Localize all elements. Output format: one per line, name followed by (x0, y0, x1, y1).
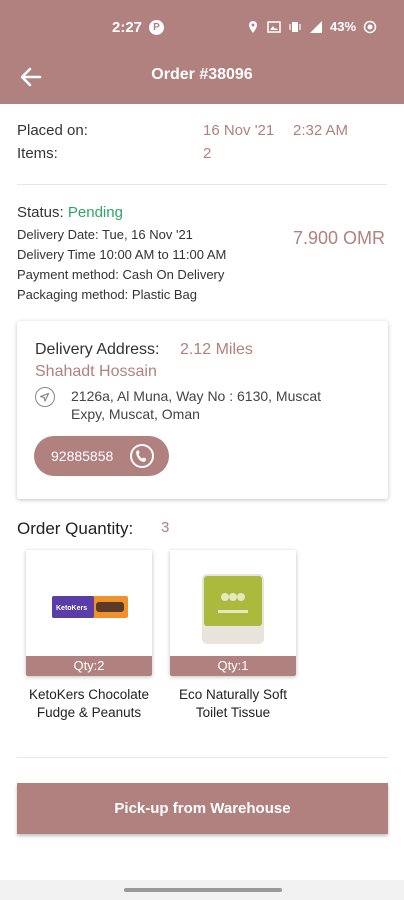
status-block: Status: Pending Delivery Date: Tue, 16 N… (17, 204, 397, 307)
app-header: 2:27 P 43% Order #38096 (0, 0, 404, 104)
delivery-time-label: Delivery Time (17, 247, 96, 262)
placed-row: Placed on: 16 Nov '21 2:32 AM (17, 122, 387, 145)
customer-name: Shahadt Hossain (35, 363, 157, 380)
status-time: 2:27 (112, 19, 143, 36)
order-quantity-label: Order Quantity: (17, 519, 134, 538)
status-row: Status: Pending (17, 204, 397, 227)
product-card[interactable]: KetoKers Qty:2 (26, 550, 152, 676)
vibrate-icon (289, 21, 301, 32)
payment-label: Payment method: (17, 267, 119, 282)
p-badge-icon: P (149, 20, 164, 35)
placed-time: 2:32 AM (293, 122, 349, 139)
payment-row: Payment method: Cash On Delivery (17, 267, 397, 287)
nav-bar: Order #38096 (0, 52, 404, 104)
delivery-time-row: Delivery Time 10:00 AM to 11:00 AM (17, 247, 397, 267)
navigation-icon (35, 387, 55, 407)
delivery-address-text: 2126a, Al Muna, Way No : 6130, Muscat Ex… (71, 388, 322, 422)
divider (17, 184, 387, 185)
delivery-address-label: Delivery Address: (35, 341, 160, 358)
call-button[interactable]: 92885858 (34, 436, 169, 476)
product-qty: Qty:2 (26, 656, 152, 676)
gallery-icon (267, 20, 281, 33)
delivery-date-label: Delivery Date: (17, 227, 99, 242)
product-item[interactable]: Qty:1 Eco Naturally Soft Toilet Tissue (170, 550, 296, 722)
product-image (202, 574, 264, 644)
status-label: Status: (17, 204, 64, 221)
divider (17, 757, 387, 758)
battery-level: 43% (330, 19, 357, 34)
order-amount: 7.900 OMR (293, 228, 386, 248)
product-name: Eco Naturally Soft Toilet Tissue (178, 687, 288, 720)
home-gesture-handle[interactable] (124, 888, 282, 892)
product-card[interactable]: Qty:1 (170, 550, 296, 676)
delivery-time-value: 10:00 AM to 11:00 AM (99, 247, 227, 262)
delivery-date-value: Tue, 16 Nov '21 (102, 227, 193, 242)
location-icon (249, 20, 257, 33)
items-row: Items: 2 (17, 145, 387, 168)
items-label: Items: (17, 145, 58, 162)
status-badge: Pending (67, 204, 123, 221)
product-image: KetoKers (52, 596, 128, 618)
pickup-warehouse-button[interactable]: Pick-up from Warehouse (17, 783, 388, 834)
phone-icon (130, 444, 154, 468)
signal-icon (310, 20, 322, 33)
page-title: Order #38096 (151, 66, 253, 83)
packaging-label: Packaging method: (17, 287, 129, 302)
product-qty: Qty:1 (170, 656, 296, 676)
product-name: KetoKers Chocolate Fudge & Peanuts (28, 687, 150, 720)
delivery-card: Delivery Address: 2.12 Miles Shahadt Hos… (17, 321, 388, 499)
status-icons: 43% (246, 19, 377, 34)
items-value: 2 (203, 145, 212, 162)
placed-date: 16 Nov '21 (203, 122, 275, 139)
order-summary: Placed on: 16 Nov '21 2:32 AM Items: 2 (17, 122, 387, 168)
product-item[interactable]: KetoKers Qty:2 KetoKers Chocolate Fudge … (26, 550, 152, 722)
product-brand-text: KetoKers (56, 605, 87, 612)
delivery-distance: 2.12 Miles (180, 341, 253, 358)
payment-value: Cash On Delivery (122, 267, 225, 282)
order-quantity-value: 3 (161, 519, 170, 536)
placed-label: Placed on: (17, 122, 88, 139)
packaging-value: Plastic Bag (131, 287, 197, 302)
battery-saver-icon (363, 20, 377, 33)
phone-number: 92885858 (51, 448, 114, 464)
packaging-row: Packaging method: Plastic Bag (17, 287, 397, 307)
status-bar: 2:27 P 43% (0, 0, 404, 52)
